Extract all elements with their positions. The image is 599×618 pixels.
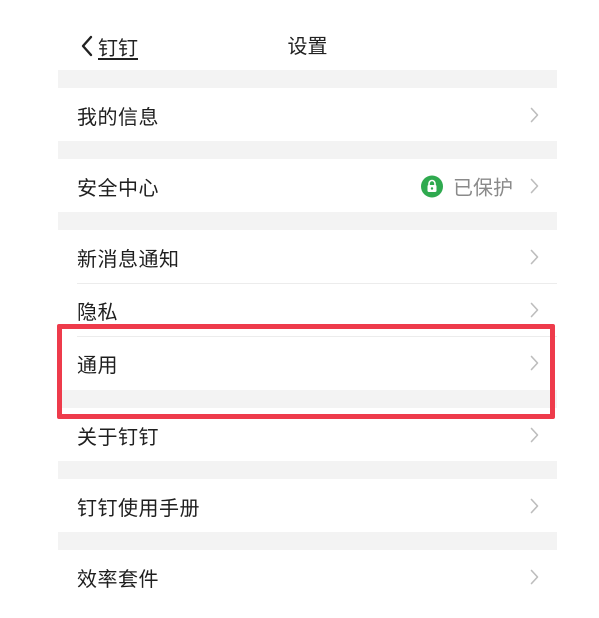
chevron-right-icon (530, 249, 539, 265)
menu-item-label: 钉钉使用手册 (77, 495, 200, 520)
menu-item-manual[interactable]: 钉钉使用手册 (58, 480, 557, 532)
menu-item-efficiency[interactable]: 效率套件 (58, 551, 557, 603)
menu-item-label: 效率套件 (77, 566, 159, 591)
chevron-right-icon (530, 178, 539, 194)
menu-item-security[interactable]: 安全中心 已保护 (58, 160, 557, 212)
nav-header: 钉钉 设置 (58, 22, 557, 70)
menu-item-general[interactable]: 通用 (58, 337, 557, 389)
menu-item-label: 关于钉钉 (77, 424, 159, 449)
menu-item-privacy[interactable]: 隐私 (58, 284, 557, 336)
security-status: 已保护 (421, 172, 513, 201)
section-gap (58, 212, 557, 230)
section-gap (58, 461, 557, 479)
page-title: 设置 (287, 34, 328, 58)
chevron-right-icon (530, 427, 539, 443)
menu-item-label: 通用 (77, 352, 118, 377)
section-gap (58, 70, 557, 88)
section-gap (58, 141, 557, 159)
menu-item-label: 我的信息 (77, 104, 159, 129)
chevron-right-icon (530, 569, 539, 585)
menu-item-label: 新消息通知 (77, 246, 180, 271)
section-gap (58, 390, 557, 408)
menu-item-label: 安全中心 (77, 175, 159, 200)
chevron-right-icon (530, 498, 539, 514)
menu-item-my-info[interactable]: 我的信息 (58, 89, 557, 141)
menu-item-new-message[interactable]: 新消息通知 (58, 231, 557, 283)
chevron-right-icon (530, 107, 539, 123)
chevron-right-icon (530, 355, 539, 371)
lock-icon (421, 175, 443, 197)
settings-page: 钉钉 设置 我的信息 安全中心 已保护 新消息通知 隐私 通用 关于钉钉 钉钉使… (0, 0, 599, 618)
menu-item-label: 隐私 (77, 299, 118, 324)
menu-item-about[interactable]: 关于钉钉 (58, 409, 557, 461)
chevron-right-icon (530, 302, 539, 318)
security-status-text: 已保护 (453, 175, 513, 200)
section-gap (58, 532, 557, 550)
